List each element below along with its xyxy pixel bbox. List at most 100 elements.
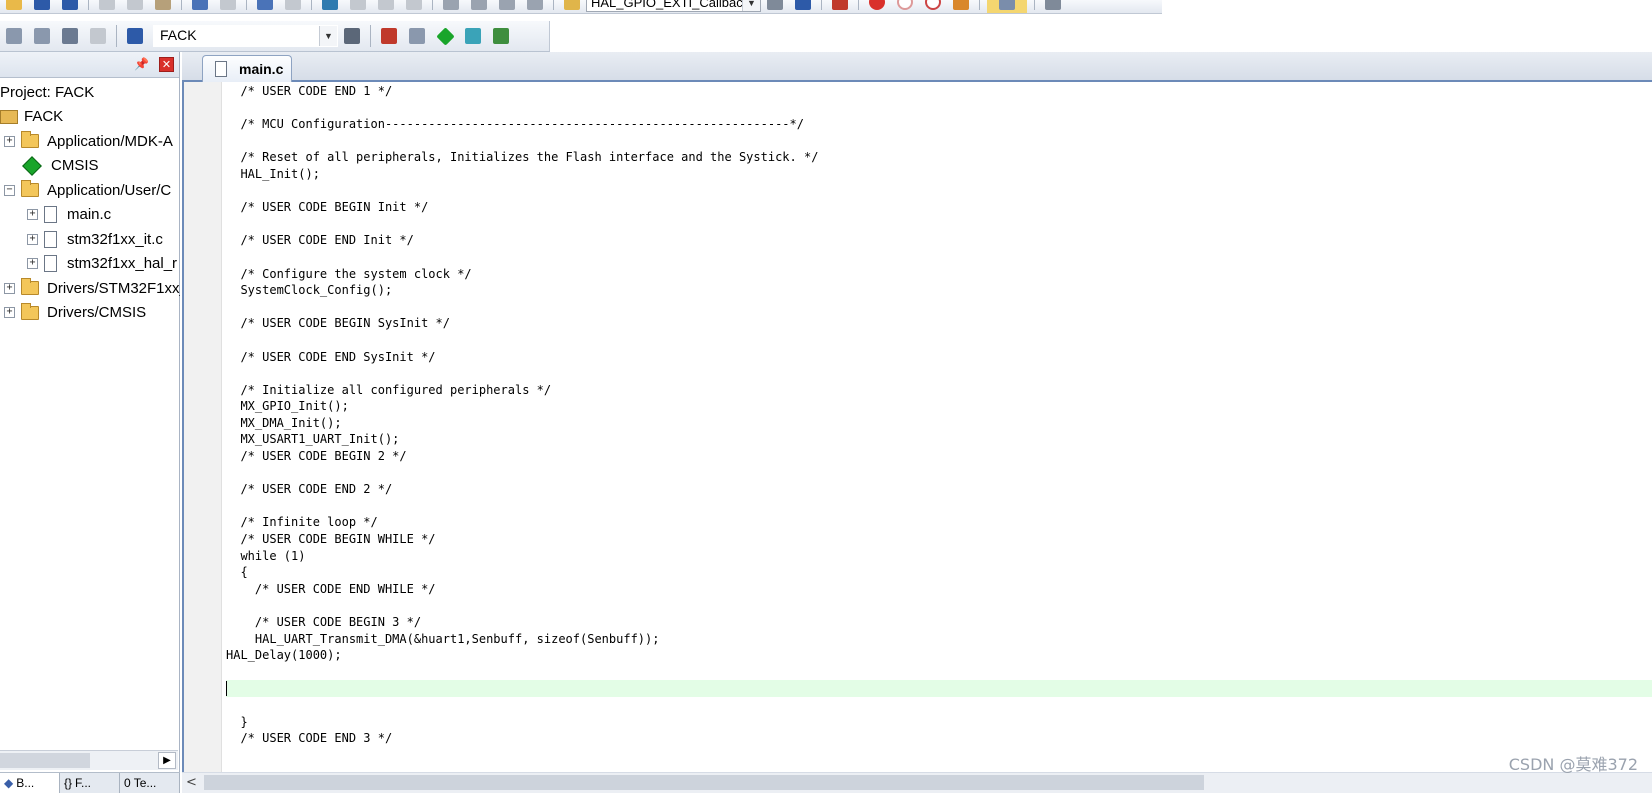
chevron-down-icon[interactable]: ▼: [742, 0, 760, 11]
tree-item[interactable]: − Application/User/C: [0, 178, 180, 203]
expand-icon[interactable]: +: [4, 307, 15, 319]
scroll-thumb[interactable]: [0, 753, 90, 768]
breakpoint-icon[interactable]: [866, 0, 888, 13]
code-line[interactable]: /* USER CODE BEGIN Init */: [226, 199, 1652, 216]
code-line[interactable]: [226, 100, 1652, 117]
target-combo[interactable]: FACK ▼: [153, 25, 338, 47]
nav-forward-icon[interactable]: [282, 0, 304, 13]
code-line[interactable]: [226, 498, 1652, 515]
cut-icon[interactable]: [96, 0, 118, 13]
kill-breakpoints-icon[interactable]: [922, 0, 944, 13]
tree-item[interactable]: + stm32f1xx_it.c: [0, 227, 180, 252]
code-line[interactable]: [226, 299, 1652, 316]
code-line[interactable]: /* USER CODE END Init */: [226, 232, 1652, 249]
tree-item[interactable]: + Drivers/CMSIS: [0, 301, 180, 326]
code-line[interactable]: /* USER CODE BEGIN WHILE */: [226, 531, 1652, 548]
incremental-find-icon[interactable]: [792, 0, 814, 13]
options-icon[interactable]: [950, 0, 972, 13]
code-line[interactable]: /* USER CODE END 1 */: [226, 83, 1652, 100]
code-line[interactable]: /* Initialize all configured peripherals…: [226, 382, 1652, 399]
code-line[interactable]: {: [226, 564, 1652, 581]
code-line[interactable]: [226, 465, 1652, 482]
batch-build-icon[interactable]: [87, 25, 109, 47]
tree-item[interactable]: + Application/MDK-A: [0, 129, 180, 154]
code-line[interactable]: /* USER CODE END 2 */: [226, 481, 1652, 498]
target-options-icon[interactable]: [341, 25, 363, 47]
comment-icon[interactable]: [496, 0, 518, 13]
current-code-line[interactable]: [226, 680, 1652, 697]
next-bookmark-icon[interactable]: [375, 0, 397, 13]
function-combo[interactable]: HAL_GPIO_EXTI_Callback ▼: [586, 0, 761, 12]
code-line[interactable]: /* Infinite loop */: [226, 514, 1652, 531]
code-line[interactable]: while (1): [226, 548, 1652, 565]
expand-icon[interactable]: +: [27, 233, 38, 245]
debug-start-icon[interactable]: [829, 0, 851, 13]
expand-icon[interactable]: +: [4, 135, 15, 147]
code-line[interactable]: [226, 697, 1652, 714]
expand-icon[interactable]: +: [27, 258, 38, 270]
code-line[interactable]: [226, 133, 1652, 150]
tab-functions[interactable]: {} F...: [60, 773, 120, 793]
open-icon[interactable]: [3, 0, 25, 13]
manage-run-time-env-icon[interactable]: [434, 25, 456, 47]
indent-icon[interactable]: [440, 0, 462, 13]
translate-icon[interactable]: [3, 25, 25, 47]
clear-bookmarks-icon[interactable]: [403, 0, 425, 13]
unindent-icon[interactable]: [468, 0, 490, 13]
code-line[interactable]: /* MCU Configuration--------------------…: [226, 116, 1652, 133]
code-line[interactable]: [226, 183, 1652, 200]
code-line[interactable]: MX_USART1_UART_Init();: [226, 431, 1652, 448]
download-load-icon[interactable]: [124, 25, 146, 47]
scroll-right-icon[interactable]: ▶: [158, 752, 176, 769]
code-line[interactable]: MX_GPIO_Init();: [226, 398, 1652, 415]
multi-project-icon[interactable]: [406, 25, 428, 47]
bookmark-icon[interactable]: [319, 0, 341, 13]
code-line[interactable]: HAL_UART_Transmit_DMA(&huart1,Senbuff, s…: [226, 631, 1652, 648]
scroll-thumb[interactable]: [204, 775, 1204, 790]
code-line[interactable]: HAL_Init();: [226, 166, 1652, 183]
nav-back-icon[interactable]: [254, 0, 276, 13]
expand-icon[interactable]: +: [4, 282, 15, 294]
code-line[interactable]: [226, 216, 1652, 233]
save-all-icon[interactable]: [59, 0, 81, 13]
editor-horizontal-scrollbar[interactable]: <: [182, 773, 1652, 793]
code-line[interactable]: [226, 597, 1652, 614]
code-line[interactable]: /* USER CODE END 3 */: [226, 730, 1652, 747]
code-line[interactable]: SystemClock_Config();: [226, 282, 1652, 299]
tab-main-c[interactable]: main.c: [202, 55, 292, 82]
paste-icon[interactable]: [152, 0, 174, 13]
tab-templates[interactable]: 0 Te...: [120, 773, 180, 793]
code-editor[interactable]: /* USER CODE END 1 */ /* MCU Configurati…: [182, 82, 1652, 772]
build-icon[interactable]: [31, 25, 53, 47]
pack-installer-icon[interactable]: [490, 25, 512, 47]
window-layout-icon[interactable]: [987, 0, 1027, 13]
expand-icon[interactable]: +: [27, 209, 38, 221]
undo-icon[interactable]: [189, 0, 211, 13]
disable-breakpoint-icon[interactable]: [894, 0, 916, 13]
rebuild-icon[interactable]: [59, 25, 81, 47]
redo-icon[interactable]: [217, 0, 239, 13]
chevron-down-icon[interactable]: ▼: [319, 26, 337, 46]
save-icon[interactable]: [31, 0, 53, 13]
close-icon[interactable]: ✕: [159, 57, 174, 72]
tree-item[interactable]: + main.c: [0, 203, 180, 228]
configure-icon[interactable]: [1042, 0, 1064, 13]
tree-item[interactable]: + Drivers/STM32F1xx_: [0, 276, 180, 301]
code-line[interactable]: }: [226, 714, 1652, 731]
code-line[interactable]: [226, 664, 1652, 681]
tree-item[interactable]: CMSIS: [0, 154, 180, 179]
code-line[interactable]: /* USER CODE BEGIN SysInit */: [226, 315, 1652, 332]
pin-icon[interactable]: 📌: [134, 57, 149, 71]
tree-item[interactable]: + stm32f1xx_hal_r: [0, 252, 180, 277]
manage-project-items-icon[interactable]: [378, 25, 400, 47]
copy-icon[interactable]: [124, 0, 146, 13]
code-line[interactable]: [226, 332, 1652, 349]
code-line[interactable]: /* USER CODE BEGIN 3 */: [226, 614, 1652, 631]
prev-bookmark-icon[interactable]: [347, 0, 369, 13]
uncomment-icon[interactable]: [524, 0, 546, 13]
project-root[interactable]: FACK: [0, 105, 180, 130]
code-lines[interactable]: /* USER CODE END 1 */ /* MCU Configurati…: [226, 83, 1652, 747]
code-line[interactable]: HAL_Delay(1000);: [226, 647, 1652, 664]
collapse-icon[interactable]: −: [4, 184, 15, 196]
find-in-files-icon[interactable]: [561, 0, 583, 13]
